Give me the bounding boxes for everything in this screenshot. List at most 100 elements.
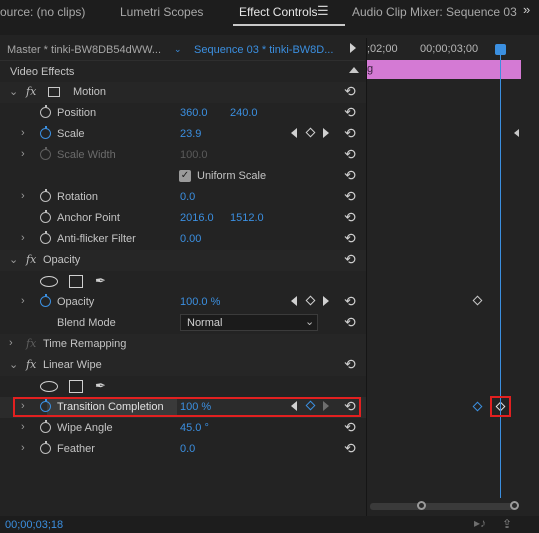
stopwatch-icon[interactable] xyxy=(40,126,51,139)
transform-icon[interactable] xyxy=(48,87,60,97)
stopwatch-icon[interactable] xyxy=(40,189,51,202)
property-scale: › Scale 23.9 ⟲ xyxy=(0,124,366,145)
effect-time-remapping-header[interactable]: › fx Time Remapping xyxy=(0,334,366,355)
opacity-value[interactable]: 100.0 % xyxy=(180,296,220,308)
stopwatch-icon[interactable] xyxy=(40,294,51,307)
rectangle-mask-icon[interactable] xyxy=(69,275,83,288)
chevron-down-icon[interactable]: ⌄ xyxy=(9,358,18,371)
ellipse-mask-icon[interactable] xyxy=(40,381,58,392)
reset-icon[interactable]: ⟲ xyxy=(344,126,356,140)
reset-icon[interactable]: ⟲ xyxy=(344,147,356,161)
stopwatch-icon[interactable] xyxy=(40,105,51,118)
anchor-y-value[interactable]: 1512.0 xyxy=(230,212,264,224)
effect-name: Linear Wipe xyxy=(43,359,102,371)
pen-mask-icon[interactable]: ✒ xyxy=(95,273,106,289)
reset-icon[interactable]: ⟲ xyxy=(344,189,356,203)
ellipse-mask-icon[interactable] xyxy=(40,276,58,287)
hamburger-icon[interactable]: ☰ xyxy=(317,3,329,19)
reset-icon[interactable]: ⟲ xyxy=(344,420,356,434)
anti-flicker-value[interactable]: 0.00 xyxy=(180,233,201,245)
double-chevron-right-icon[interactable]: » xyxy=(523,2,530,17)
add-keyframe-icon[interactable] xyxy=(305,127,316,138)
time-ruler[interactable]: ;02;00 00;00;03;00 xyxy=(367,38,539,60)
keyframe-navigator[interactable] xyxy=(291,295,335,308)
tab-lumetri-scopes[interactable]: Lumetri Scopes xyxy=(120,5,203,19)
property-label: Feather xyxy=(57,443,95,455)
effect-motion-header[interactable]: ⌄ fx Motion ⟲ xyxy=(0,82,366,103)
timeline-zoom-scrollbar[interactable] xyxy=(370,501,519,510)
sequence-clip-selector[interactable]: Sequence 03 * tinki-BW8D... xyxy=(194,44,333,56)
fx-icon[interactable]: fx xyxy=(26,85,36,98)
property-opacity: › Opacity 100.0 % ⟲ xyxy=(0,292,366,313)
next-keyframe-icon[interactable] xyxy=(323,296,329,306)
chevron-right-icon[interactable]: › xyxy=(21,232,25,244)
reset-icon[interactable]: ⟲ xyxy=(344,210,356,224)
show-timeline-icon[interactable] xyxy=(350,43,356,53)
reset-icon[interactable]: ⟲ xyxy=(344,168,356,182)
tab-source[interactable]: ource: (no clips) xyxy=(0,5,85,19)
fx-icon[interactable]: fx xyxy=(26,253,36,266)
stopwatch-icon xyxy=(40,147,51,160)
playhead[interactable] xyxy=(495,44,506,55)
play-audio-icon[interactable]: ▸♪ xyxy=(474,516,486,530)
anchor-x-value[interactable]: 2016.0 xyxy=(180,212,214,224)
master-clip-label[interactable]: Master * tinki-BW8DB54dWW... xyxy=(7,44,161,56)
keyframe-navigator[interactable] xyxy=(291,127,335,140)
property-uniform-scale: ✓ Uniform Scale ⟲ xyxy=(0,166,366,187)
reset-icon[interactable]: ⟲ xyxy=(344,441,356,455)
stopwatch-icon[interactable] xyxy=(40,231,51,244)
feather-value[interactable]: 0.0 xyxy=(180,443,195,455)
prev-keyframe-icon[interactable] xyxy=(291,128,297,138)
rectangle-mask-icon[interactable] xyxy=(69,380,83,393)
rotation-value[interactable]: 0.0 xyxy=(180,191,195,203)
reset-icon[interactable]: ⟲ xyxy=(344,294,356,308)
wipe-angle-value[interactable]: 45.0 ° xyxy=(180,422,209,434)
tab-audio-clip-mixer[interactable]: Audio Clip Mixer: Sequence 03 xyxy=(352,5,517,19)
panel-tab-bar: ource: (no clips) Lumetri Scopes Effect … xyxy=(0,0,539,26)
reset-icon[interactable]: ⟲ xyxy=(344,105,356,119)
reset-icon[interactable]: ⟲ xyxy=(344,84,356,98)
scale-width-value: 100.0 xyxy=(180,149,208,161)
chevron-right-icon[interactable]: › xyxy=(21,295,25,307)
chevron-right-icon[interactable]: › xyxy=(21,127,25,139)
scroll-handle-right[interactable] xyxy=(510,501,519,510)
next-keyframe-icon[interactable] xyxy=(323,128,329,138)
pen-mask-icon[interactable]: ✒ xyxy=(95,378,106,394)
chevron-down-icon[interactable]: ⌄ xyxy=(9,85,18,98)
mask-tools-linear-wipe: ✒ xyxy=(0,376,366,397)
stopwatch-icon[interactable] xyxy=(40,441,51,454)
chevron-down-icon[interactable]: ⌄ xyxy=(174,44,182,55)
stopwatch-icon[interactable] xyxy=(40,210,51,223)
reset-icon[interactable]: ⟲ xyxy=(344,357,356,371)
scroll-handle-left[interactable] xyxy=(417,501,426,510)
clip-bar-label: g xyxy=(367,63,374,75)
effect-linear-wipe-header[interactable]: ⌄ fx Linear Wipe ⟲ xyxy=(0,355,366,376)
panel-divider[interactable] xyxy=(366,38,367,516)
chevron-right-icon[interactable]: › xyxy=(21,421,25,433)
stopwatch-icon[interactable] xyxy=(40,420,51,433)
export-icon[interactable]: ⇪ xyxy=(502,517,512,531)
chevron-right-icon[interactable]: › xyxy=(21,190,25,202)
position-x-value[interactable]: 360.0 xyxy=(180,107,208,119)
property-label: Scale Width xyxy=(57,149,116,161)
clip-bar[interactable]: g xyxy=(367,60,521,79)
collapse-up-icon[interactable] xyxy=(349,67,359,73)
chevron-right-icon[interactable]: › xyxy=(21,442,25,454)
current-timecode[interactable]: 00;00;03;18 xyxy=(5,519,63,531)
add-keyframe-icon[interactable] xyxy=(305,295,316,306)
uniform-scale-checkbox[interactable]: ✓ xyxy=(179,170,191,182)
prev-keyframe-icon[interactable] xyxy=(291,296,297,306)
effect-opacity-header[interactable]: ⌄ fx Opacity ⟲ xyxy=(0,250,366,271)
chevron-down-icon[interactable]: ⌄ xyxy=(9,253,18,266)
tab-effect-controls[interactable]: Effect Controls xyxy=(239,5,317,19)
chevron-right-icon[interactable]: › xyxy=(9,337,13,349)
scale-value[interactable]: 23.9 xyxy=(180,128,201,140)
property-label: Opacity xyxy=(57,296,95,308)
reset-icon[interactable]: ⟲ xyxy=(344,315,356,329)
playhead-line xyxy=(500,50,501,498)
position-y-value[interactable]: 240.0 xyxy=(230,107,258,119)
reset-icon[interactable]: ⟲ xyxy=(344,231,356,245)
blend-mode-dropdown[interactable]: Normal ⌄ xyxy=(180,314,318,331)
reset-icon[interactable]: ⟲ xyxy=(344,252,356,266)
fx-icon[interactable]: fx xyxy=(26,358,36,371)
